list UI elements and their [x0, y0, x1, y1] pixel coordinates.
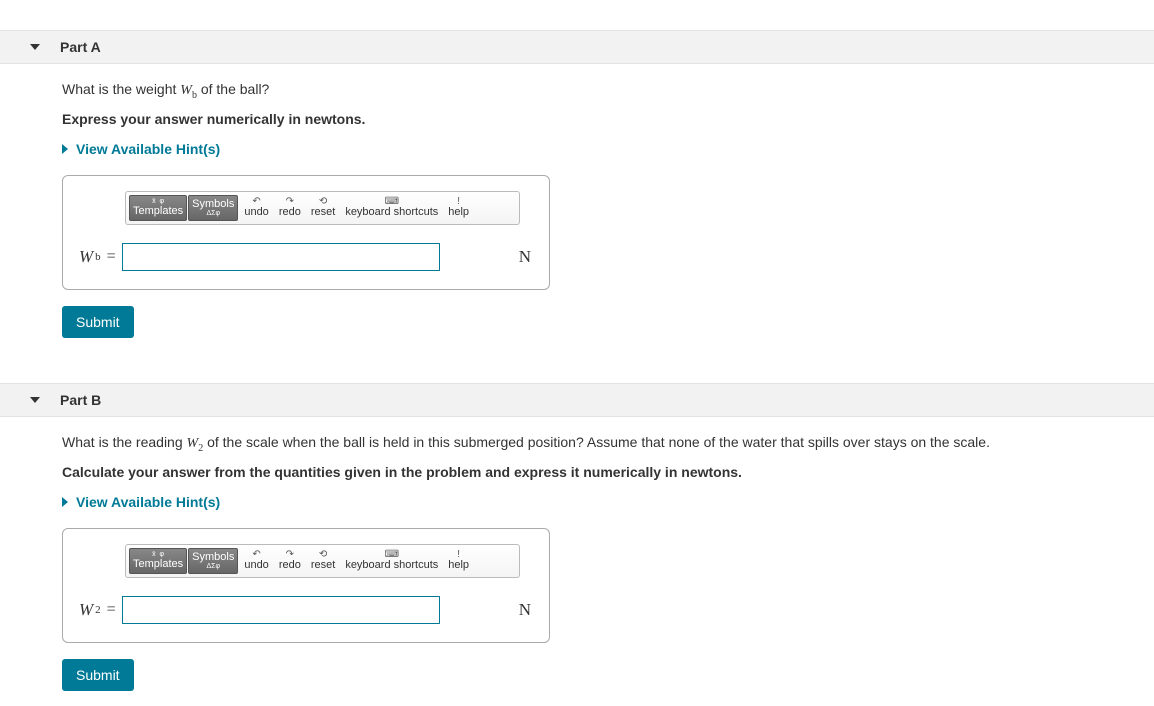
part-a-body: What is the weight Wb of the ball? Expre… [0, 64, 1154, 353]
part-a-hints-toggle[interactable]: View Available Hint(s) [62, 141, 1154, 157]
reset-button[interactable]: ⟲ reset [306, 548, 340, 574]
templates-mini-icon: x̄ φ [152, 551, 164, 558]
part-a-question: What is the weight Wb of the ball? [62, 79, 1154, 103]
part-b-answer-input[interactable] [122, 596, 440, 624]
part-a-instruction: Express your answer numerically in newto… [62, 111, 1154, 127]
equals-sign: = [107, 248, 116, 266]
reset-label: reset [311, 207, 335, 218]
redo-label: redo [279, 207, 301, 218]
help-label: help [448, 207, 469, 218]
part-a-block: Part A What is the weight Wb of the ball… [0, 30, 1154, 353]
keyboard-shortcuts-button[interactable]: ⌨ keyboard shortcuts [340, 195, 443, 221]
keyboard-label: keyboard shortcuts [345, 207, 438, 218]
caret-right-icon [62, 497, 68, 507]
equals-sign: = [107, 601, 116, 619]
hints-label: View Available Hint(s) [76, 141, 220, 157]
reset-label: reset [311, 560, 335, 571]
part-b-answer-box: x̄ φ Templates Symbols ΔΣφ ↶ undo ↷ redo [62, 528, 550, 643]
symbols-mini-icon: ΔΣφ [206, 210, 220, 217]
part-a-submit-button[interactable]: Submit [62, 306, 134, 338]
undo-button[interactable]: ↶ undo [239, 548, 273, 574]
part-b-instruction: Calculate your answer from the quantitie… [62, 464, 1154, 480]
part-a-header[interactable]: Part A [0, 30, 1154, 64]
help-label: help [448, 560, 469, 571]
templates-button[interactable]: x̄ φ Templates [129, 195, 187, 221]
part-b-submit-button[interactable]: Submit [62, 659, 134, 691]
undo-label: undo [244, 560, 268, 571]
answer-sub: 2 [95, 604, 101, 616]
part-b-body: What is the reading W2 of the scale when… [0, 417, 1154, 706]
part-a-title: Part A [60, 39, 101, 55]
redo-label: redo [279, 560, 301, 571]
templates-mini-icon: x̄ φ [152, 198, 164, 205]
part-a-answer-input[interactable] [122, 243, 440, 271]
part-b-hints-toggle[interactable]: View Available Hint(s) [62, 494, 1154, 510]
caret-down-icon [30, 44, 40, 50]
keyboard-label: keyboard shortcuts [345, 560, 438, 571]
hints-label: View Available Hint(s) [76, 494, 220, 510]
part-a-answer-row: Wb = N [75, 243, 537, 271]
redo-button[interactable]: ↷ redo [274, 195, 306, 221]
part-a-unit: N [519, 247, 531, 267]
symbols-mini-icon: ΔΣφ [206, 563, 220, 570]
question-var: W [187, 436, 199, 451]
symbols-label: Symbols [192, 198, 234, 210]
question-prefix: What is the weight [62, 81, 180, 97]
reset-button[interactable]: ⟲ reset [306, 195, 340, 221]
part-b-toolbar: x̄ φ Templates Symbols ΔΣφ ↶ undo ↷ redo [125, 544, 520, 578]
undo-button[interactable]: ↶ undo [239, 195, 273, 221]
redo-button[interactable]: ↷ redo [274, 548, 306, 574]
templates-label: Templates [133, 205, 183, 217]
part-b-title: Part B [60, 392, 101, 408]
question-prefix: What is the reading [62, 434, 187, 450]
answer-var: W [79, 600, 93, 620]
symbols-button[interactable]: Symbols ΔΣφ [188, 548, 238, 574]
question-suffix: of the scale when the ball is held in th… [203, 434, 990, 450]
part-b-block: Part B What is the reading W2 of the sca… [0, 383, 1154, 706]
keyboard-shortcuts-button[interactable]: ⌨ keyboard shortcuts [340, 548, 443, 574]
part-b-question: What is the reading W2 of the scale when… [62, 432, 1154, 456]
symbols-label: Symbols [192, 551, 234, 563]
templates-label: Templates [133, 558, 183, 570]
part-a-toolbar: x̄ φ Templates Symbols ΔΣφ ↶ undo ↷ redo [125, 191, 520, 225]
templates-button[interactable]: x̄ φ Templates [129, 548, 187, 574]
help-button[interactable]: ! help [443, 548, 474, 574]
part-b-header[interactable]: Part B [0, 383, 1154, 417]
help-button[interactable]: ! help [443, 195, 474, 221]
question-suffix: of the ball? [197, 81, 269, 97]
part-a-answer-box: x̄ φ Templates Symbols ΔΣφ ↶ undo ↷ redo [62, 175, 550, 290]
part-b-answer-row: W2 = N [75, 596, 537, 624]
answer-var: W [79, 247, 93, 267]
question-var: W [180, 83, 192, 98]
symbols-button[interactable]: Symbols ΔΣφ [188, 195, 238, 221]
caret-right-icon [62, 144, 68, 154]
undo-label: undo [244, 207, 268, 218]
part-b-unit: N [519, 600, 531, 620]
caret-down-icon [30, 397, 40, 403]
answer-sub: b [95, 251, 101, 263]
